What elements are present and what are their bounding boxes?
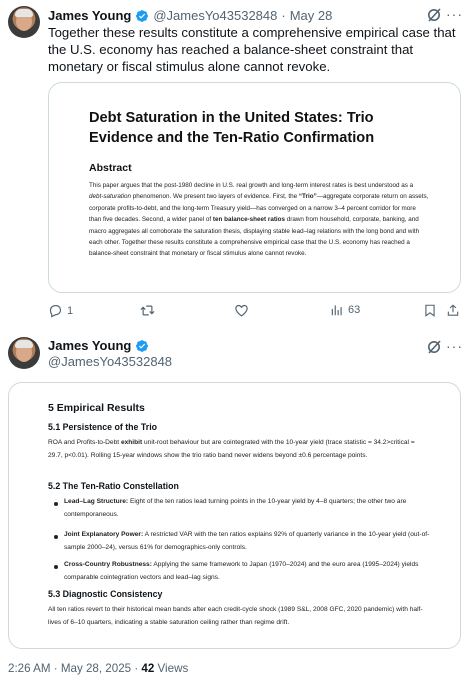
- author-handle[interactable]: @JamesYo43532848: [48, 354, 172, 369]
- paper-title: Debt Saturation in the United States: Tr…: [89, 110, 375, 146]
- tweet-handle-row: @JamesYo43532848: [48, 354, 172, 369]
- paragraph-5-3: All ten ratios revert to their historica…: [48, 606, 423, 627]
- share-action[interactable]: [446, 303, 460, 318]
- paragraph-5-1: ROA and Profits-to-Debt exhibit unit-roo…: [48, 439, 415, 460]
- separator-dot: ·: [281, 8, 286, 23]
- heart-icon: [235, 304, 248, 317]
- verified-badge-icon: [136, 9, 149, 22]
- like-action[interactable]: [234, 303, 249, 318]
- reply-count: 1: [67, 304, 74, 317]
- tweet-header: James Young @JamesYo43532848 · May 28: [48, 8, 332, 23]
- bullet-marker: [54, 565, 58, 569]
- avatar[interactable]: [8, 337, 40, 369]
- subsection-heading: 5.1 Persistence of the Trio: [48, 422, 158, 432]
- grok-icon[interactable]: [426, 7, 442, 23]
- views-icon: [331, 305, 342, 316]
- reply-action[interactable]: 1: [48, 303, 73, 318]
- views-action[interactable]: 63: [330, 303, 360, 317]
- more-icon[interactable]: ···: [446, 339, 463, 353]
- bullet-item: Joint Explanatory Power: A restricted VA…: [64, 531, 430, 552]
- subsection-heading: 5.3 Diagnostic Consistency: [48, 589, 163, 599]
- abstract-heading: Abstract: [89, 162, 132, 174]
- repost-action[interactable]: [139, 303, 156, 318]
- section-heading: 5 Empirical Results: [48, 402, 145, 414]
- avatar[interactable]: [8, 6, 40, 38]
- tweet-date[interactable]: May 28: [290, 8, 333, 23]
- grok-icon[interactable]: [426, 339, 442, 355]
- bookmark-icon: [425, 304, 435, 317]
- views-count: 63: [348, 304, 361, 316]
- tweet-timestamp[interactable]: 2:26 AM · May 28, 2025 · 42 Views: [8, 662, 188, 675]
- tweet-text: Together these results constitute a comp…: [48, 25, 456, 74]
- views-total: 42: [141, 662, 155, 675]
- abstract-body: This paper argues that the post-1980 dec…: [89, 182, 429, 258]
- tweet-header: James Young: [48, 338, 153, 353]
- author-name[interactable]: James Young: [48, 338, 131, 353]
- more-icon[interactable]: ···: [446, 7, 463, 21]
- repost-icon: [140, 305, 155, 316]
- author-handle[interactable]: @JamesYo43532848: [153, 8, 277, 23]
- bullet-item: Cross-Country Robustness: Applying the s…: [64, 561, 419, 582]
- author-name[interactable]: James Young: [48, 8, 131, 23]
- bookmark-action[interactable]: [423, 303, 437, 318]
- bullet-item: Lead–Lag Structure: Eight of the ten rat…: [64, 498, 407, 519]
- verified-badge-icon: [136, 339, 149, 352]
- bullet-marker: [54, 502, 58, 506]
- reply-icon: [49, 305, 62, 318]
- subsection-heading: 5.2 The Ten-Ratio Constellation: [48, 481, 179, 491]
- bullet-marker: [54, 535, 58, 539]
- share-icon: [447, 304, 459, 316]
